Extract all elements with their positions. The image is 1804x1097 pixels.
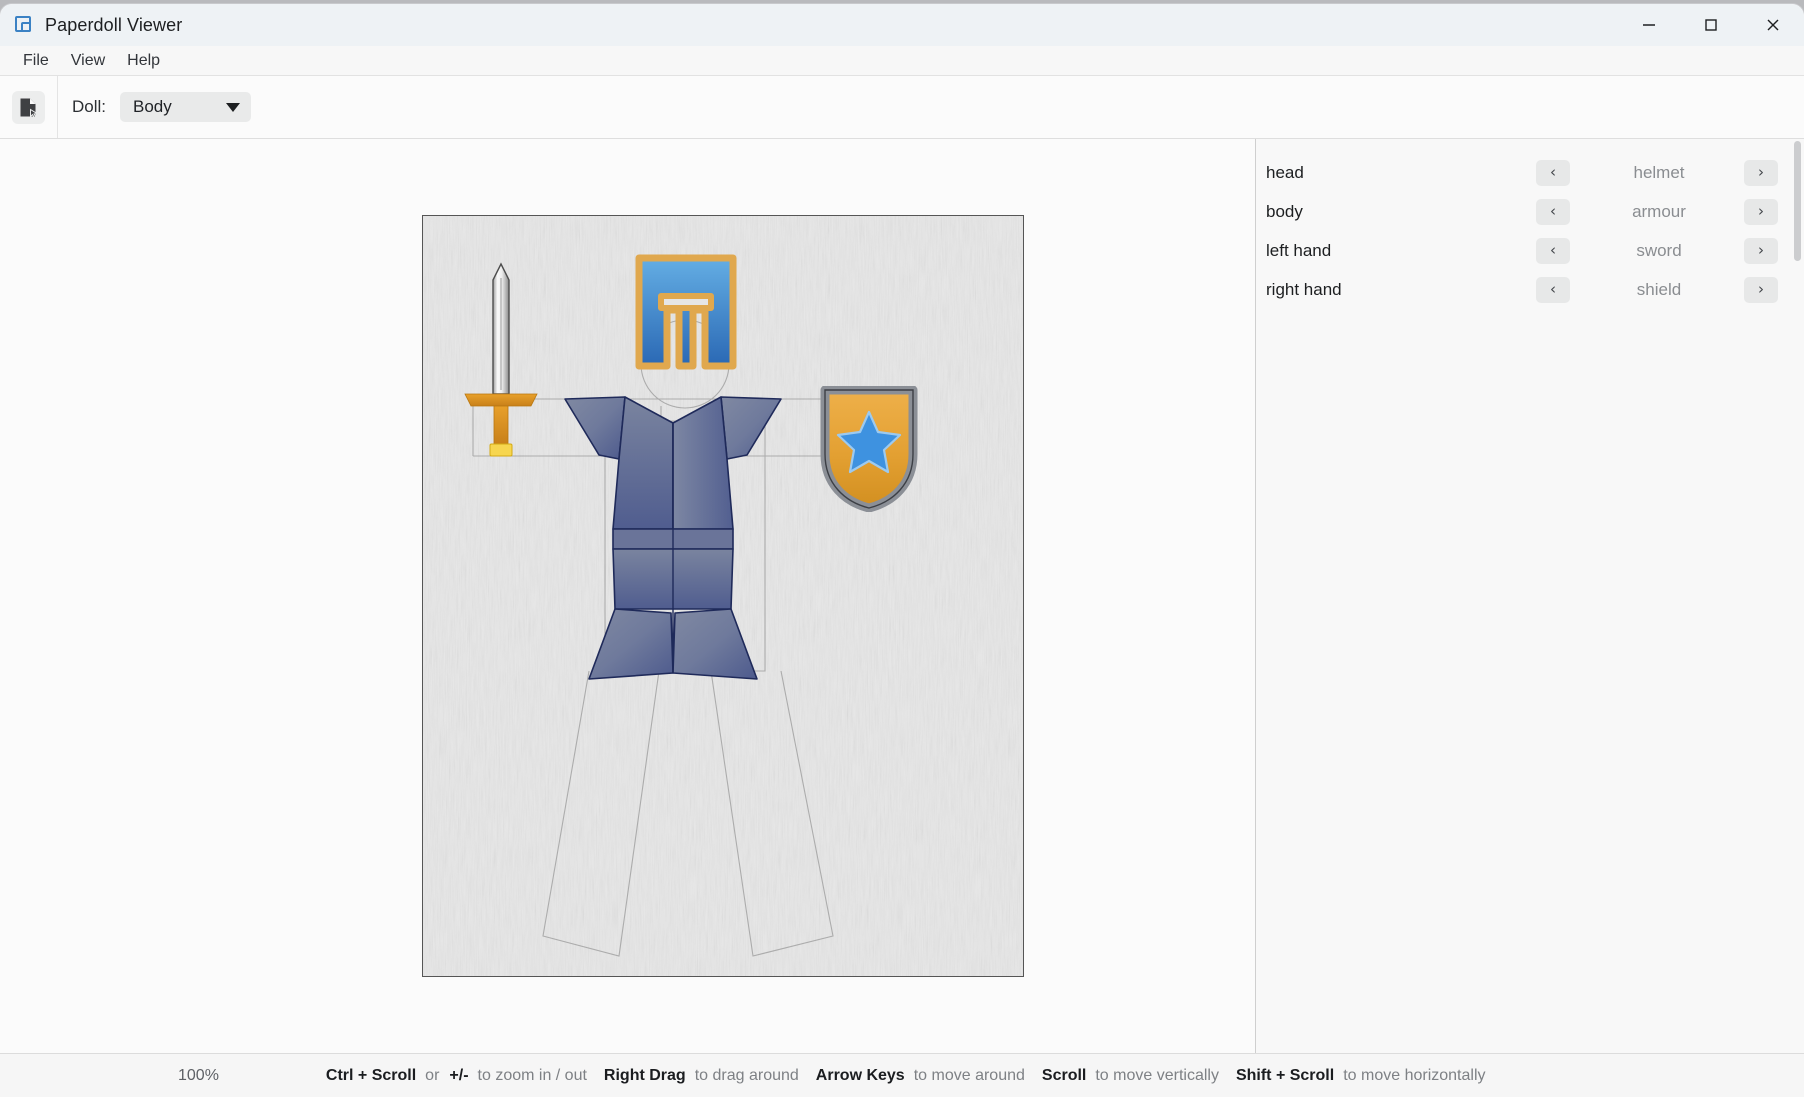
hint-text-drag: to drag around: [694, 1066, 799, 1084]
hint-key-right-drag: Right Drag: [603, 1066, 686, 1084]
slot-label-left-hand: left hand: [1266, 240, 1332, 260]
open-document-icon: [20, 98, 38, 118]
main-content: head ‹ helmet › body ‹ armour › left han…: [0, 139, 1804, 1053]
slot-value-left-hand: sword: [1636, 240, 1682, 260]
sprite-sword[interactable]: [461, 238, 541, 468]
menu-item-view[interactable]: View: [60, 50, 116, 72]
zoom-level-label: 100%: [178, 1066, 219, 1084]
hint-sep-or: or: [425, 1066, 440, 1084]
sprite-helmet[interactable]: [635, 254, 737, 370]
toolbar: Doll: Body: [0, 76, 1804, 139]
slot-next-button-right-hand[interactable]: ›: [1744, 276, 1778, 303]
application-window: Paperdoll Viewer File View Help Doll: Bo…: [0, 4, 1804, 1097]
slot-row-head: head ‹ helmet ›: [1256, 153, 1804, 192]
close-icon: [1767, 19, 1779, 31]
close-button[interactable]: [1742, 4, 1804, 46]
slot-prev-button-head[interactable]: ‹: [1536, 159, 1570, 186]
hint-key-shift-scroll: Shift + Scroll: [1235, 1066, 1335, 1084]
toolbar-doll-group: Doll: Body: [58, 92, 252, 122]
side-panel-scrollbar[interactable]: [1792, 139, 1803, 1053]
hint-key-arrow-keys: Arrow Keys: [815, 1066, 905, 1084]
hint-text-move-around: to move around: [913, 1066, 1025, 1084]
hint-key-ctrl-scroll: Ctrl + Scroll: [325, 1066, 417, 1084]
hint-key-plus-minus: +/-: [449, 1066, 469, 1084]
maximize-icon: [1705, 19, 1717, 31]
maximize-button[interactable]: [1680, 4, 1742, 46]
slot-label-right-hand: right hand: [1266, 279, 1342, 299]
slot-prev-button-left-hand[interactable]: ‹: [1536, 237, 1570, 264]
menu-item-help[interactable]: Help: [116, 50, 171, 72]
slot-next-button-head[interactable]: ›: [1744, 159, 1778, 186]
paperdoll-app-icon: [14, 15, 34, 35]
title-bar: Paperdoll Viewer: [0, 4, 1804, 46]
hint-key-scroll: Scroll: [1041, 1066, 1087, 1084]
minimize-icon: [1643, 24, 1655, 26]
slot-row-left-hand: left hand ‹ sword ›: [1256, 231, 1804, 270]
toolbar-open-cell: [0, 76, 58, 138]
window-title: Paperdoll Viewer: [45, 14, 183, 35]
slot-row-body: body ‹ armour ›: [1256, 192, 1804, 231]
sprite-armour[interactable]: [563, 381, 783, 681]
slot-value-body: armour: [1632, 201, 1686, 221]
menu-bar: File View Help: [0, 46, 1804, 76]
sprite-shield[interactable]: [819, 386, 919, 512]
slot-value-right-hand: shield: [1636, 279, 1682, 299]
minimize-button[interactable]: [1618, 4, 1680, 46]
title-bar-left: Paperdoll Viewer: [0, 15, 182, 36]
hint-text-move-horizontally: to move horizontally: [1343, 1066, 1486, 1084]
menu-item-file[interactable]: File: [12, 50, 60, 72]
app-root: Paperdoll Viewer File View Help Doll: Bo…: [0, 0, 1804, 1097]
slot-label-body: body: [1266, 201, 1303, 221]
doll-label: Doll:: [72, 97, 107, 116]
slot-next-button-body[interactable]: ›: [1744, 198, 1778, 225]
slot-prev-button-body[interactable]: ‹: [1536, 198, 1570, 225]
paperdoll-canvas[interactable]: [422, 215, 1024, 977]
chevron-down-icon: [226, 102, 241, 112]
side-panel-scrollbar-thumb[interactable]: [1794, 141, 1801, 261]
doll-select-value: Body: [133, 97, 172, 116]
hint-text-move-vertically: to move vertically: [1095, 1066, 1219, 1084]
window-controls: [1618, 4, 1804, 46]
status-bar: 100% Ctrl + Scroll or +/- to zoom in / o…: [0, 1053, 1804, 1097]
paperdoll-canvas-pane[interactable]: [0, 139, 1256, 1053]
slot-label-head: head: [1266, 162, 1304, 182]
equipment-side-panel: head ‹ helmet › body ‹ armour › left han…: [1256, 139, 1804, 1053]
slot-list: head ‹ helmet › body ‹ armour › left han…: [1256, 139, 1804, 309]
slot-prev-button-right-hand[interactable]: ‹: [1536, 276, 1570, 303]
status-hints: Ctrl + Scroll or +/- to zoom in / out Ri…: [219, 1067, 1503, 1085]
slot-row-right-hand: right hand ‹ shield ›: [1256, 270, 1804, 309]
open-document-button[interactable]: [12, 90, 45, 124]
slot-value-head: helmet: [1633, 162, 1685, 182]
doll-select[interactable]: Body: [120, 92, 252, 122]
slot-next-button-left-hand[interactable]: ›: [1744, 237, 1778, 264]
hint-text-zoom: to zoom in / out: [477, 1066, 587, 1084]
